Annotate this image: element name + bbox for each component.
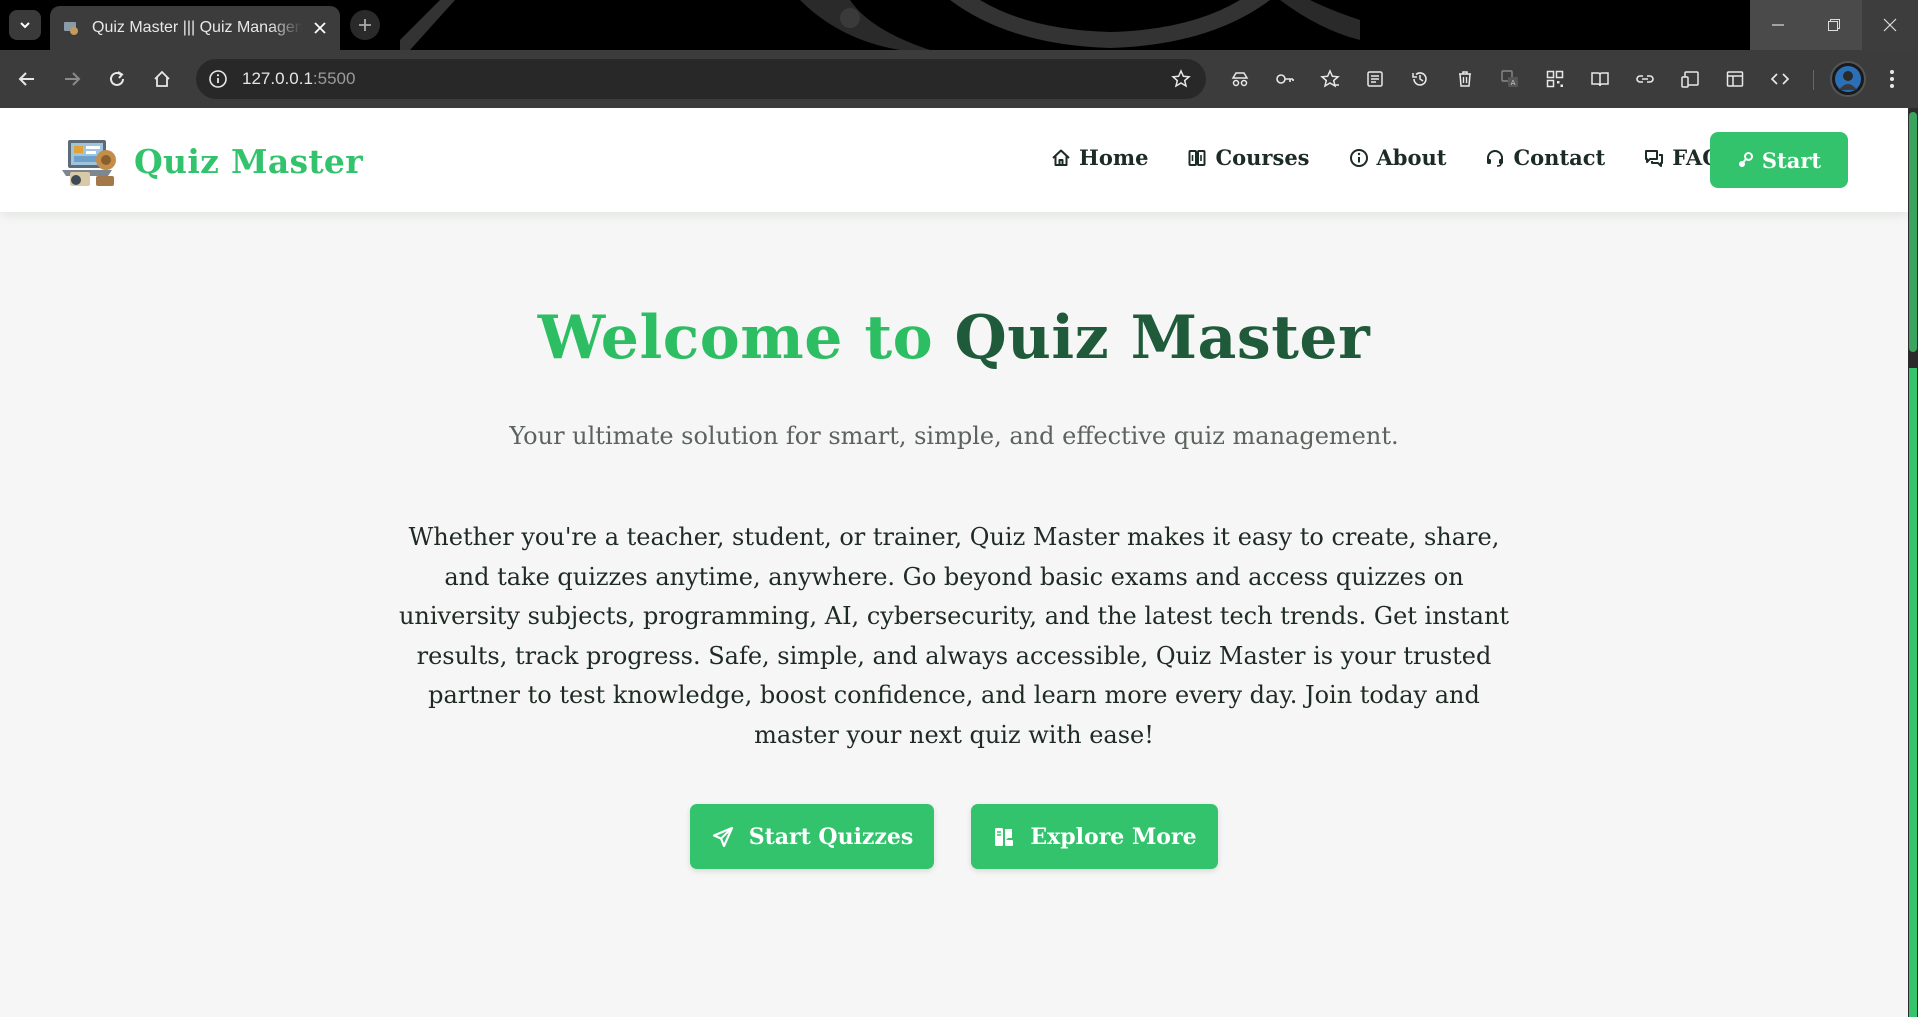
toolbar-separator	[1813, 70, 1814, 90]
brand-name: Quiz Master	[134, 141, 363, 181]
nav-link-contact[interactable]: Contact	[1484, 145, 1605, 170]
nav-link-home[interactable]: Home	[1050, 145, 1148, 170]
minimize-button[interactable]	[1750, 0, 1806, 50]
window-controls	[1750, 0, 1918, 50]
hero-title: Welcome to Quiz Master	[0, 303, 1908, 373]
back-button[interactable]	[11, 63, 43, 95]
arrow-right-icon	[65, 72, 81, 86]
tab-search-button[interactable]	[9, 10, 41, 40]
favicon-icon	[62, 19, 80, 37]
quiz-logo-icon	[62, 140, 116, 186]
home-icon	[154, 70, 170, 87]
headset-icon	[1484, 147, 1506, 169]
reader-mode-icon[interactable]	[1586, 65, 1614, 93]
explore-more-button[interactable]: Explore More	[971, 804, 1218, 869]
nav-link-label: Courses	[1215, 145, 1310, 170]
browser-tab-active[interactable]: Quiz Master ||| Quiz Management	[50, 6, 340, 50]
chevron-down-icon	[20, 22, 30, 29]
site-navbar: Quiz Master Home Courses About Contact F…	[0, 108, 1908, 212]
translate-icon[interactable]: A	[1496, 65, 1524, 93]
nav-link-courses[interactable]: Courses	[1186, 145, 1310, 170]
nav-link-label: About	[1376, 145, 1447, 170]
explore-more-label: Explore More	[1030, 823, 1197, 850]
minimize-icon	[1772, 24, 1784, 26]
tab-title: Quiz Master ||| Quiz Management	[92, 19, 302, 36]
new-tab-button[interactable]	[350, 10, 380, 40]
key-icon[interactable]	[1271, 65, 1299, 93]
scrollbar-track	[1909, 368, 1917, 1017]
close-icon	[1883, 18, 1897, 32]
browser-tab-bar: Quiz Master ||| Quiz Management	[0, 0, 1918, 50]
main-nav: Home Courses About Contact FAQs	[1050, 145, 1770, 170]
arrow-left-icon	[18, 72, 34, 86]
avatar-icon	[1835, 66, 1861, 92]
favorites-star-icon[interactable]	[1316, 65, 1344, 93]
reload-icon	[110, 71, 124, 86]
forward-button[interactable]	[56, 63, 88, 95]
history-icon[interactable]	[1406, 65, 1434, 93]
restore-icon	[1828, 19, 1840, 31]
site-info-icon[interactable]	[204, 65, 232, 93]
layout-icon[interactable]	[1721, 65, 1749, 93]
more-vertical-icon	[1890, 70, 1894, 88]
send-icon	[711, 825, 735, 849]
address-bar[interactable]: 127.0.0.1:5500	[196, 59, 1206, 99]
scrollbar-thumb[interactable]	[1909, 112, 1917, 352]
profile-avatar[interactable]	[1830, 61, 1866, 97]
theme-artwork-left	[400, 0, 455, 50]
theme-artwork	[800, 0, 1360, 50]
reading-list-icon[interactable]	[1361, 65, 1389, 93]
hero-title-part2: Quiz Master	[954, 303, 1371, 373]
device-icon[interactable]	[1676, 65, 1704, 93]
restore-button[interactable]	[1806, 0, 1862, 50]
trash-icon[interactable]	[1451, 65, 1479, 93]
browser-menu-button[interactable]	[1878, 65, 1906, 93]
reload-button[interactable]	[101, 63, 133, 95]
start-button-label: Start	[1761, 147, 1822, 173]
nav-link-about[interactable]: About	[1348, 145, 1447, 170]
nav-start-button[interactable]: Start	[1710, 132, 1848, 188]
qr-code-icon[interactable]	[1541, 65, 1569, 93]
page-scrollbar[interactable]	[1908, 108, 1918, 1017]
start-icon	[1737, 151, 1755, 169]
code-icon[interactable]	[1766, 65, 1794, 93]
explore-icon	[992, 825, 1016, 849]
hero-subtitle: Your ultimate solution for smart, simple…	[509, 422, 1399, 450]
url-text: 127.0.0.1:5500	[242, 69, 356, 88]
incognito-icon[interactable]	[1226, 65, 1254, 93]
page-viewport: Quiz Master Home Courses About Contact F…	[0, 108, 1908, 1017]
plus-icon	[359, 19, 371, 31]
close-window-button[interactable]	[1862, 0, 1918, 50]
start-quizzes-label: Start Quizzes	[748, 823, 914, 850]
nav-link-label: Home	[1079, 145, 1149, 170]
home-button[interactable]	[146, 63, 178, 95]
book-icon	[1186, 147, 1208, 169]
nav-link-label: Contact	[1513, 145, 1606, 170]
bookmark-star-icon[interactable]	[1168, 66, 1194, 92]
brand[interactable]: Quiz Master	[62, 134, 363, 188]
hero-title-part1: Welcome to	[537, 303, 955, 373]
browser-toolbar: 127.0.0.1:5500 A	[0, 50, 1918, 108]
start-quizzes-button[interactable]: Start Quizzes	[690, 804, 934, 869]
home-icon	[1050, 147, 1072, 169]
close-icon[interactable]	[310, 18, 330, 38]
hero-description: Whether you're a teacher, student, or tr…	[398, 523, 1510, 749]
link-icon[interactable]	[1631, 65, 1659, 93]
svg-text:A: A	[1511, 79, 1516, 87]
chat-icon	[1643, 147, 1665, 169]
info-icon	[1348, 147, 1370, 169]
